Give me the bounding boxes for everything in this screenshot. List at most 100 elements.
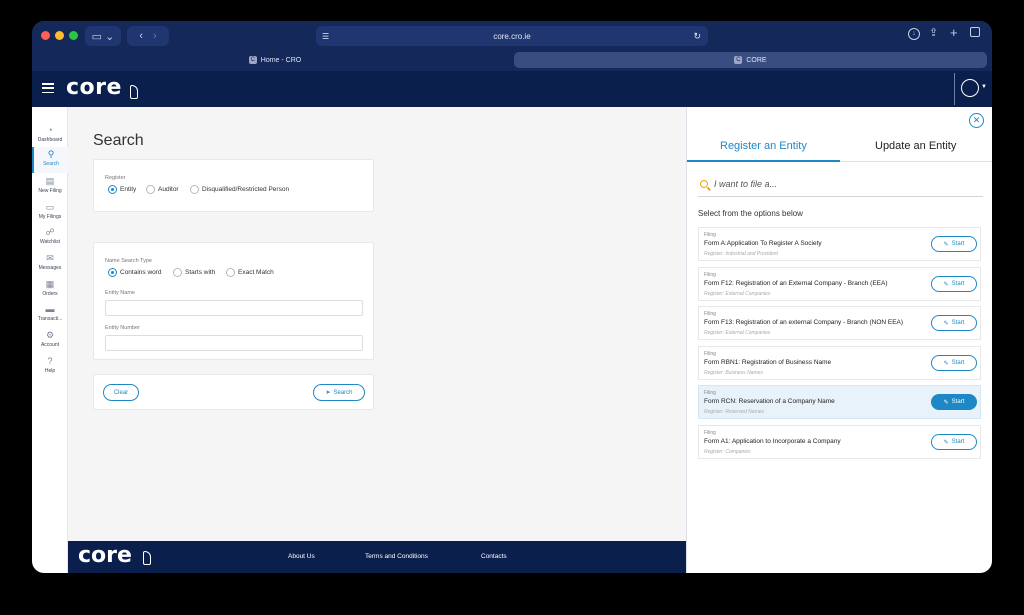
radio-auditor[interactable]: Auditor [146,185,179,194]
tab-home-cro[interactable]: C Home - CRO [37,52,513,68]
filing-item[interactable]: Filing Form F13: Registration of an exte… [698,306,981,340]
search-actions-card: Clear ➤ Search [93,374,374,410]
entity-name-input[interactable] [105,300,363,316]
sidebar-item-new-filing[interactable]: ▤ New Filing [32,174,68,200]
new-filing-icon: ▤ [45,176,55,186]
entity-number-label: Entity Number [105,325,140,331]
filing-search-placeholder: I want to file a... [714,179,778,189]
help-icon: ? [47,356,53,366]
sidebar-toggle-button[interactable]: ▭ ⌄ [85,26,121,46]
dashboard-icon: ◔ [47,125,53,135]
clear-button[interactable]: Clear [103,384,139,401]
footer-link-terms[interactable]: Terms and Conditions [365,553,428,560]
tab-register-an-entity[interactable]: Register an Entity [720,140,807,152]
radio-disqualified-restricted-person[interactable]: Disqualified/Restricted Person [190,185,289,194]
radio-dot [226,268,235,277]
browser-tab-bar: C Home - CRO C CORE [32,49,992,71]
radio-contains-word[interactable]: Contains word [108,268,162,277]
filing-item-highlighted[interactable]: Filing Form RCN: Reservation of a Compan… [698,385,981,419]
sidebar-item-dashboard[interactable]: ◔ Dashboard [32,123,68,149]
back-forward-group: ‹ › [127,26,169,46]
footer-core-logo: core [78,543,132,568]
tab-core[interactable]: C CORE [514,52,987,68]
main-content: Search Register Entity Auditor Disqualif… [68,107,686,541]
minimize-window-button[interactable] [55,31,64,40]
core-logo[interactable]: core [66,75,122,100]
radio-dot [108,268,117,277]
search-button[interactable]: ➤ Search [313,384,365,401]
start-button[interactable]: ✎ Start [931,276,977,292]
browser-window: ▭ ⌄ ‹ › ☰ core.cro.ie ↻ ↓ ⇪ + C Home - C… [32,21,992,573]
tab-divider [840,161,992,162]
forward-icon[interactable]: › [153,30,157,42]
filing-panel: ✕ Register an Entity Update an Entity I … [686,107,992,573]
download-icon[interactable]: ↓ [908,28,920,40]
start-button[interactable]: ✎ Start [931,434,977,450]
new-tab-icon[interactable]: + [950,25,958,40]
close-icon[interactable]: ✕ [969,113,984,128]
search-icon: ⚲ [47,149,55,159]
start-button[interactable]: ✎ Start [931,236,977,252]
active-tab-indicator [687,160,840,162]
sidebar-toggle-icon: ▭ ⌄ [91,30,115,43]
radio-exact-match[interactable]: Exact Match [226,268,274,277]
entity-number-input[interactable] [105,335,363,351]
filing-item[interactable]: Filing Form F12: Registration of an Exte… [698,267,981,301]
edit-icon: ✎ [943,360,949,367]
sidebar-item-watchlist[interactable]: ☍ Watchlist [32,225,68,251]
radio-dot [173,268,182,277]
page-title: Search [93,132,144,149]
sidebar-item-my-filings[interactable]: ▭ My Filings [32,200,68,226]
footer-link-about-us[interactable]: About Us [288,553,315,560]
back-icon[interactable]: ‹ [139,30,143,42]
zoom-window-button[interactable] [69,31,78,40]
sidebar-item-help[interactable]: ? Help [32,354,68,380]
edit-icon: ✎ [943,281,949,288]
name-search-type-label: Name Search Type [105,258,152,264]
core-favicon-icon: C [734,56,743,64]
menu-icon[interactable] [42,83,54,94]
filing-search-input[interactable]: I want to file a... [698,175,983,197]
sidebar-nav: ◔ Dashboard ⚲ Search ▤ New Filing ▭ My F… [32,107,68,573]
footer-link-contacts[interactable]: Contacts [481,553,507,560]
harp-icon [130,85,138,99]
radio-dot [146,185,155,194]
filing-item[interactable]: Filing Form RBN1: Registration of Busine… [698,346,981,380]
send-icon: ➤ [325,390,331,396]
radio-starts-with[interactable]: Starts with [173,268,215,277]
chevron-down-icon[interactable]: ▼ [981,84,987,90]
card-icon: ▬ [45,304,55,314]
address-bar[interactable]: ☰ core.cro.ie ↻ [316,26,708,46]
sidebar-item-account[interactable]: ⚙ Account [32,328,68,354]
name-search-card: Name Search Type Contains word Starts wi… [93,242,374,360]
app-header: core ▼ [32,71,992,107]
radio-entity[interactable]: Entity [108,185,136,194]
filing-item[interactable]: Filing Form A:Application To Register A … [698,227,981,261]
share-icon[interactable]: ⇪ [929,26,938,39]
start-button[interactable]: ✎ Start [931,394,977,410]
tab-overview-icon[interactable] [970,27,980,37]
edit-icon: ✎ [943,439,949,446]
filing-item[interactable]: Filing Form A1: Application to Incorpora… [698,425,981,459]
register-label: Register [105,175,126,181]
sidebar-item-transactions[interactable]: ▬ Transacti... [32,302,68,328]
close-window-button[interactable] [41,31,50,40]
start-button[interactable]: ✎ Start [931,315,977,331]
url-text: core.cro.ie [493,31,531,41]
register-card: Register Entity Auditor Disqualified/Res… [93,159,374,212]
mail-icon: ✉ [46,253,54,263]
sidebar-item-orders[interactable]: ▦ Orders [32,277,68,303]
sidebar-item-messages[interactable]: ✉ Messages [32,251,68,277]
entity-name-label: Entity Name [105,290,135,296]
reload-icon[interactable]: ↻ [693,31,701,42]
page-settings-icon[interactable]: ☰ [322,32,329,41]
search-icon [700,180,708,188]
tab-update-an-entity[interactable]: Update an Entity [875,140,956,152]
radio-dot [108,185,117,194]
cro-favicon-icon: C [248,56,257,64]
edit-icon: ✎ [943,399,949,406]
sidebar-item-search[interactable]: ⚲ Search [32,147,68,173]
start-button[interactable]: ✎ Start [931,355,977,371]
header-divider [954,73,955,105]
user-account-icon[interactable] [961,79,979,97]
